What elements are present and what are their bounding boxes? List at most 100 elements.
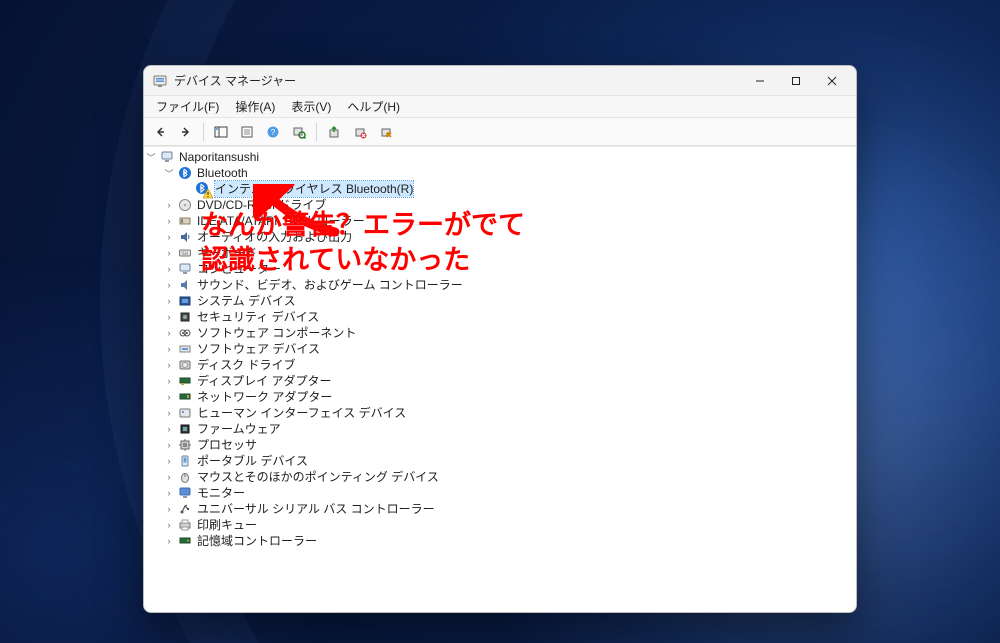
sound-video-icon bbox=[177, 277, 193, 293]
chevron-right-icon[interactable]: › bbox=[162, 486, 176, 500]
category-sound[interactable]: › サウンド、ビデオ、およびゲーム コントローラー bbox=[162, 277, 856, 293]
scan-hardware-button[interactable] bbox=[287, 121, 311, 143]
chevron-right-icon[interactable]: › bbox=[162, 438, 176, 452]
category-computer[interactable]: › コンピューター bbox=[162, 261, 856, 277]
titlebar[interactable]: デバイス マネージャー bbox=[144, 66, 856, 96]
category-usb[interactable]: › ユニバーサル シリアル バス コントローラー bbox=[162, 501, 856, 517]
chevron-right-icon[interactable]: › bbox=[162, 262, 176, 276]
category-label: DVD/CD-ROM ドライブ bbox=[197, 197, 326, 213]
category-hid[interactable]: › ヒューマン インターフェイス デバイス bbox=[162, 405, 856, 421]
hid-icon bbox=[177, 405, 193, 421]
category-print[interactable]: › 印刷キュー bbox=[162, 517, 856, 533]
security-device-icon bbox=[177, 309, 193, 325]
tree-root[interactable]: ﹀ Naporitansushi bbox=[144, 149, 856, 165]
chevron-right-icon[interactable]: › bbox=[162, 470, 176, 484]
category-label: Bluetooth bbox=[197, 165, 248, 181]
category-monitor[interactable]: › モニター bbox=[162, 485, 856, 501]
category-system[interactable]: › システム デバイス bbox=[162, 293, 856, 309]
close-button[interactable] bbox=[814, 66, 850, 96]
category-label: ユニバーサル シリアル バス コントローラー bbox=[197, 501, 435, 517]
storage-controller-icon bbox=[177, 533, 193, 549]
chevron-right-icon[interactable]: › bbox=[162, 374, 176, 388]
category-label: モニター bbox=[197, 485, 245, 501]
category-processor[interactable]: › プロセッサ bbox=[162, 437, 856, 453]
spacer bbox=[180, 182, 194, 196]
chevron-down-icon[interactable]: ﹀ bbox=[144, 150, 158, 164]
chevron-right-icon[interactable]: › bbox=[162, 518, 176, 532]
chevron-right-icon[interactable]: › bbox=[162, 358, 176, 372]
disable-device-button[interactable] bbox=[374, 121, 398, 143]
category-portable[interactable]: › ポータブル デバイス bbox=[162, 453, 856, 469]
software-component-icon bbox=[177, 325, 193, 341]
monitor-icon bbox=[177, 485, 193, 501]
nav-forward-button[interactable] bbox=[174, 121, 198, 143]
menu-action[interactable]: 操作(A) bbox=[227, 96, 283, 117]
network-adapter-icon bbox=[177, 389, 193, 405]
uninstall-device-button[interactable] bbox=[348, 121, 372, 143]
chevron-right-icon[interactable]: › bbox=[162, 502, 176, 516]
category-label: ファームウェア bbox=[197, 421, 281, 437]
chevron-right-icon[interactable]: › bbox=[162, 406, 176, 420]
toolbar-separator bbox=[316, 123, 317, 141]
category-label: サウンド、ビデオ、およびゲーム コントローラー bbox=[197, 277, 463, 293]
category-label: 印刷キュー bbox=[197, 517, 257, 533]
tree-root-label: Naporitansushi bbox=[179, 149, 259, 165]
display-adapter-icon bbox=[177, 373, 193, 389]
category-label: IDE ATA/ATAPI コントローラー bbox=[197, 213, 365, 229]
chevron-right-icon[interactable]: › bbox=[162, 278, 176, 292]
properties-button[interactable] bbox=[235, 121, 259, 143]
category-label: ネットワーク アダプター bbox=[197, 389, 332, 405]
category-label: ソフトウェア デバイス bbox=[197, 341, 320, 357]
maximize-button[interactable] bbox=[778, 66, 814, 96]
chevron-right-icon[interactable]: › bbox=[162, 454, 176, 468]
chevron-right-icon[interactable]: › bbox=[162, 326, 176, 340]
category-firmware[interactable]: › ファームウェア bbox=[162, 421, 856, 437]
chevron-right-icon[interactable]: › bbox=[162, 534, 176, 548]
category-storage[interactable]: › 記憶域コントローラー bbox=[162, 533, 856, 549]
category-keyboard[interactable]: › キーボード bbox=[162, 245, 856, 261]
window-title: デバイス マネージャー bbox=[174, 72, 296, 89]
category-dvd[interactable]: › DVD/CD-ROM ドライブ bbox=[162, 197, 856, 213]
category-audio[interactable]: › オーディオの入力および出力 bbox=[162, 229, 856, 245]
menu-view[interactable]: 表示(V) bbox=[283, 96, 339, 117]
update-driver-button[interactable] bbox=[322, 121, 346, 143]
chevron-right-icon[interactable]: › bbox=[162, 342, 176, 356]
keyboard-icon bbox=[177, 245, 193, 261]
show-hide-tree-button[interactable] bbox=[209, 121, 233, 143]
chevron-down-icon[interactable]: ﹀ bbox=[162, 166, 176, 180]
device-tree[interactable]: ﹀ Naporitansushi ﹀ Bluetoot bbox=[144, 146, 856, 612]
chevron-right-icon[interactable]: › bbox=[162, 310, 176, 324]
category-label: ディスク ドライブ bbox=[197, 357, 296, 373]
category-disk[interactable]: › ディスク ドライブ bbox=[162, 357, 856, 373]
chevron-right-icon[interactable]: › bbox=[162, 390, 176, 404]
chevron-right-icon[interactable]: › bbox=[162, 294, 176, 308]
device-intel-wireless-bluetooth[interactable]: インテル(R) ワイヤレス Bluetooth(R) bbox=[180, 181, 856, 197]
menu-file[interactable]: ファイル(F) bbox=[148, 96, 227, 117]
optical-drive-icon bbox=[177, 197, 193, 213]
category-security[interactable]: › セキュリティ デバイス bbox=[162, 309, 856, 325]
category-mouse[interactable]: › マウスとそのほかのポインティング デバイス bbox=[162, 469, 856, 485]
category-label: コンピューター bbox=[197, 261, 281, 277]
category-ide[interactable]: › IDE ATA/ATAPI コントローラー bbox=[162, 213, 856, 229]
menu-help[interactable]: ヘルプ(H) bbox=[339, 96, 408, 117]
chevron-right-icon[interactable]: › bbox=[162, 246, 176, 260]
chevron-right-icon[interactable]: › bbox=[162, 230, 176, 244]
category-label: ソフトウェア コンポーネント bbox=[197, 325, 356, 341]
category-network[interactable]: › ネットワーク アダプター bbox=[162, 389, 856, 405]
category-software-component[interactable]: › ソフトウェア コンポーネント bbox=[162, 325, 856, 341]
category-software-device[interactable]: › ソフトウェア デバイス bbox=[162, 341, 856, 357]
app-icon bbox=[152, 73, 168, 89]
chevron-right-icon[interactable]: › bbox=[162, 214, 176, 228]
disk-drive-icon bbox=[177, 357, 193, 373]
category-label: プロセッサ bbox=[197, 437, 257, 453]
nav-back-button[interactable] bbox=[148, 121, 172, 143]
firmware-icon bbox=[177, 421, 193, 437]
help-button[interactable]: ? bbox=[261, 121, 285, 143]
category-label: 記憶域コントローラー bbox=[197, 533, 317, 549]
category-label: キーボード bbox=[197, 245, 257, 261]
chevron-right-icon[interactable]: › bbox=[162, 198, 176, 212]
minimize-button[interactable] bbox=[742, 66, 778, 96]
category-bluetooth[interactable]: ﹀ Bluetooth bbox=[162, 165, 856, 181]
category-display[interactable]: › ディスプレイ アダプター bbox=[162, 373, 856, 389]
chevron-right-icon[interactable]: › bbox=[162, 422, 176, 436]
